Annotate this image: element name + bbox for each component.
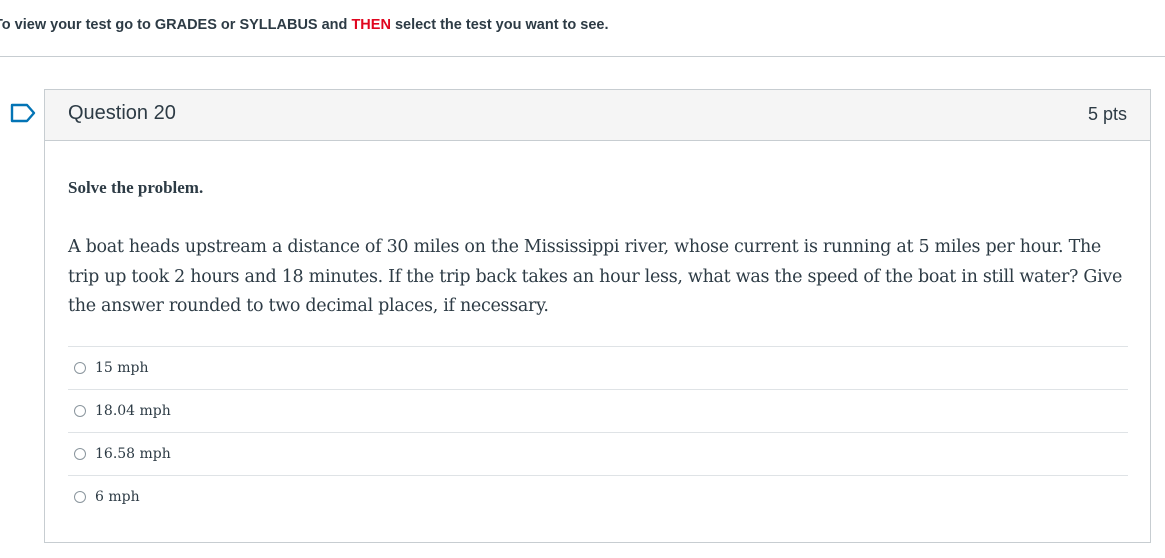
answer-label: 15 mph — [95, 360, 149, 376]
question-card: Question 20 5 pts Solve the problem. A b… — [44, 89, 1151, 543]
radio-button[interactable] — [74, 362, 86, 374]
flag-question-icon[interactable] — [10, 103, 36, 123]
answer-list: 15 mph 18.04 mph 16.58 mph 6 mph — [68, 346, 1128, 518]
banner-text-start: To view your test go to GRADES or SYLLAB… — [0, 17, 352, 33]
banner-highlight: THEN — [351, 17, 391, 33]
answer-option[interactable]: 6 mph — [68, 475, 1128, 518]
question-text: A boat heads upstream a distance of 30 m… — [68, 237, 1123, 316]
radio-button[interactable] — [74, 491, 86, 503]
test-instructions-banner: To view your test go to GRADES or SYLLAB… — [0, 17, 609, 33]
answer-option[interactable]: 15 mph — [68, 346, 1128, 389]
divider — [0, 56, 1165, 57]
answer-option[interactable]: 16.58 mph — [68, 432, 1128, 475]
answer-option[interactable]: 18.04 mph — [68, 389, 1128, 432]
question-points: 5 pts — [1087, 104, 1127, 124]
answer-label: 6 mph — [95, 489, 140, 505]
radio-button[interactable] — [74, 448, 86, 460]
answer-label: 18.04 mph — [95, 403, 171, 419]
answer-label: 16.58 mph — [95, 446, 171, 462]
question-title: Question 20 — [68, 102, 176, 124]
banner-text-end: select the test you want to see. — [390, 17, 609, 33]
question-instruction: Solve the problem. — [68, 178, 204, 197]
radio-button[interactable] — [74, 405, 86, 417]
question-header: Question 20 5 pts — [45, 90, 1150, 141]
